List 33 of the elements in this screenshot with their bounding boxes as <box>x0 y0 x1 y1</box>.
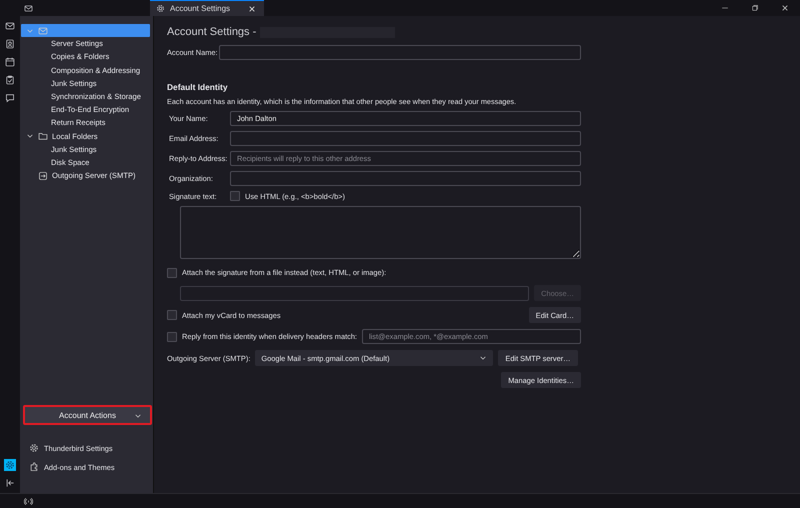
page-title: Account Settings - <box>167 26 256 38</box>
account-actions-button[interactable]: Account Actions <box>23 405 152 425</box>
server-icon <box>38 170 48 181</box>
envelope-icon <box>24 4 33 12</box>
checkbox[interactable] <box>230 191 240 201</box>
envelope-icon[interactable] <box>4 20 16 32</box>
tree-item[interactable] <box>21 24 150 38</box>
close-icon[interactable] <box>781 4 789 12</box>
close-icon[interactable] <box>248 4 256 12</box>
tab[interactable]: Account Settings <box>150 0 264 16</box>
clipboard-icon[interactable] <box>4 74 16 86</box>
checkbox[interactable] <box>167 268 177 278</box>
input-field[interactable] <box>230 171 581 186</box>
chevron-down-icon <box>134 412 142 420</box>
settings-icon <box>29 443 39 453</box>
chevron-down-icon <box>26 132 34 140</box>
puzzle-icon <box>29 462 39 472</box>
collapse-arrow-icon[interactable] <box>4 477 16 489</box>
folder-icon <box>38 131 48 142</box>
chevron-down-icon <box>479 354 488 362</box>
section-title: Default Identity <box>167 82 228 92</box>
online-signal-icon <box>24 496 33 506</box>
restore-icon[interactable] <box>751 4 759 12</box>
calendar-icon[interactable] <box>4 56 16 68</box>
address-book-icon[interactable] <box>4 38 16 50</box>
checkbox[interactable] <box>167 310 177 320</box>
envelope-icon <box>38 26 48 36</box>
settings-icon[interactable] <box>4 459 16 471</box>
input-field[interactable] <box>230 131 581 146</box>
chat-bubble-icon[interactable] <box>4 92 16 104</box>
input-field[interactable] <box>218 45 581 60</box>
settings-icon <box>156 4 165 13</box>
checkbox[interactable] <box>167 332 177 342</box>
